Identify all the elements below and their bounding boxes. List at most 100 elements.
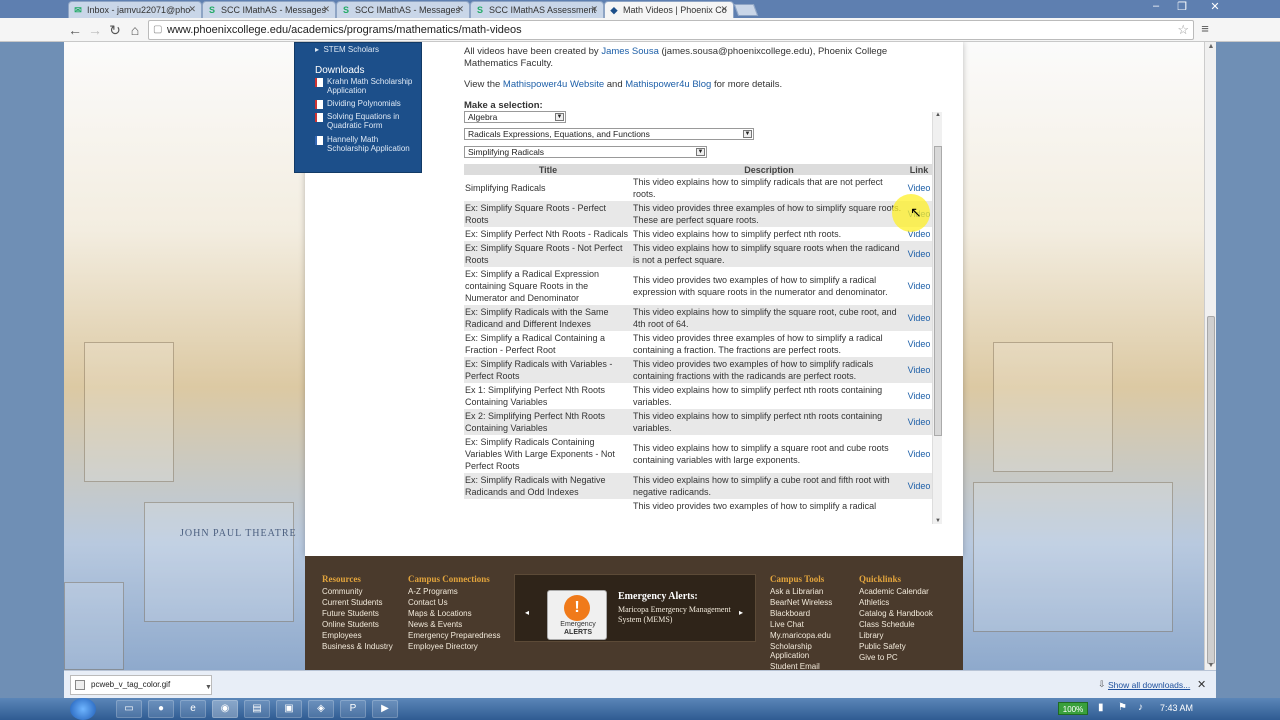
download-hannelly-application[interactable]: Hannelly Math Scholarship Application: [315, 135, 421, 153]
footer-link[interactable]: Community: [322, 587, 362, 596]
start-button[interactable]: [70, 698, 96, 720]
footer-link[interactable]: Emergency Preparedness: [408, 631, 501, 640]
footer-link[interactable]: My.maricopa.edu: [770, 631, 831, 640]
footer-link[interactable]: Library: [859, 631, 883, 640]
close-icon[interactable]: ✕: [720, 4, 728, 15]
close-icon[interactable]: ✕: [188, 4, 196, 15]
footer-link[interactable]: Current Students: [322, 598, 382, 607]
close-icon[interactable]: ✕: [456, 4, 464, 15]
sidebar-item-stem-scholars[interactable]: ▸ STEM Scholars: [315, 45, 379, 54]
chevron-down-icon[interactable]: ▼: [205, 679, 212, 697]
scroll-thumb[interactable]: [934, 146, 942, 436]
footer-link[interactable]: Student Email: [770, 662, 820, 670]
back-icon[interactable]: ←: [66, 21, 84, 39]
footer-link[interactable]: A-Z Programs: [408, 587, 458, 596]
app-icon[interactable]: ▶: [372, 700, 398, 718]
video-link[interactable]: [906, 499, 932, 513]
author-link[interactable]: James Sousa: [601, 46, 659, 57]
tab-inbox[interactable]: ✉ Inbox - jamvu22071@pho ✕: [68, 1, 202, 18]
scroll-down-icon[interactable]: ▼: [1206, 662, 1216, 669]
footer-link[interactable]: Blackboard: [770, 609, 810, 618]
battery-indicator[interactable]: 100%: [1058, 702, 1088, 715]
volume-icon[interactable]: ♪: [1138, 702, 1143, 713]
close-window-icon[interactable]: ✕: [1200, 0, 1230, 13]
video-link[interactable]: Video: [906, 267, 932, 305]
scroll-up-icon[interactable]: ▲: [933, 112, 943, 118]
footer-link[interactable]: Ask a Librarian: [770, 587, 823, 596]
explorer-icon[interactable]: ▭: [116, 700, 142, 718]
video-link[interactable]: Video: [906, 473, 932, 499]
menu-icon[interactable]: ≡: [1197, 21, 1213, 39]
close-icon[interactable]: ✕: [322, 4, 330, 15]
footer-link[interactable]: Class Schedule: [859, 620, 915, 629]
footer-link[interactable]: Athletics: [859, 598, 889, 607]
firefox-icon[interactable]: ●: [148, 700, 174, 718]
new-tab-button[interactable]: [733, 4, 759, 16]
tab-imathas-messages-1[interactable]: S SCC IMathAS - Messages ✕: [202, 1, 336, 18]
video-link[interactable]: Video: [906, 241, 932, 267]
download-item[interactable]: pcweb_v_tag_color.gif ▼: [70, 675, 212, 695]
s-icon: S: [208, 5, 215, 15]
footer-link[interactable]: News & Events: [408, 620, 462, 629]
footer-link[interactable]: Employees: [322, 631, 362, 640]
chevron-left-icon[interactable]: ◂: [525, 608, 529, 617]
website-link[interactable]: Mathispower4u Website: [503, 79, 604, 90]
footer-link[interactable]: Academic Calendar: [859, 587, 929, 596]
footer-link[interactable]: Catalog & Handbook: [859, 609, 933, 618]
app-icon[interactable]: ▤: [244, 700, 270, 718]
address-bar[interactable]: ▢ www.phoenixcollege.edu/academics/progr…: [148, 20, 1194, 40]
footer-link[interactable]: Public Safety: [859, 642, 906, 651]
footer-link[interactable]: Employee Directory: [408, 642, 478, 651]
minimize-icon[interactable]: –: [1144, 0, 1168, 12]
powerpoint-icon[interactable]: P: [340, 700, 366, 718]
reload-icon[interactable]: ↻: [106, 21, 124, 39]
close-icon[interactable]: ✕: [590, 4, 598, 15]
home-icon[interactable]: ⌂: [126, 21, 144, 39]
tab-math-videos[interactable]: ◆ Math Videos | Phoenix Co ✕: [604, 1, 734, 18]
app-icon[interactable]: ▣: [276, 700, 302, 718]
forward-icon[interactable]: →: [86, 21, 104, 39]
intro-line-1: All videos have been created by James So…: [464, 46, 888, 69]
video-link[interactable]: Video: [906, 435, 932, 473]
footer-link[interactable]: BearNet Wireless: [770, 598, 832, 607]
download-quadratic-form[interactable]: Solving Equations in Quadratic Form: [315, 112, 421, 130]
app-icon[interactable]: ◈: [308, 700, 334, 718]
page-scrollbar[interactable]: ▲ ▼: [1204, 42, 1216, 670]
topic-select[interactable]: Radicals Expressions, Equations, and Fun…: [464, 128, 754, 140]
video-link[interactable]: Video: [906, 331, 932, 357]
maximize-icon[interactable]: ❐: [1170, 0, 1194, 13]
footer-link[interactable]: Scholarship Application: [770, 642, 830, 660]
subtopic-select[interactable]: Simplifying Radicals ▼: [464, 146, 707, 158]
blog-link[interactable]: Mathispower4u Blog: [625, 79, 711, 90]
footer-link[interactable]: Live Chat: [770, 620, 804, 629]
emergency-alerts-badge[interactable]: ! Emergency ALERTS: [547, 590, 607, 640]
scroll-thumb[interactable]: [1207, 316, 1215, 664]
chrome-icon[interactable]: ◉: [212, 700, 238, 718]
video-link[interactable]: Video: [906, 383, 932, 409]
footer-link[interactable]: Future Students: [322, 609, 379, 618]
footer-link[interactable]: Maps & Locations: [408, 609, 472, 618]
flag-icon[interactable]: ⚑: [1118, 702, 1127, 713]
video-link[interactable]: Video: [906, 357, 932, 383]
scroll-down-icon[interactable]: ▼: [933, 518, 943, 524]
network-icon[interactable]: ▮: [1098, 702, 1104, 713]
subject-select[interactable]: Algebra ▼: [464, 111, 566, 123]
header-title: Title: [464, 164, 632, 175]
ie-icon[interactable]: e: [180, 700, 206, 718]
close-icon[interactable]: ✕: [1197, 678, 1206, 691]
footer-link[interactable]: Business & Industry: [322, 642, 393, 651]
bookmark-star-icon[interactable]: ☆: [1177, 21, 1189, 39]
video-link[interactable]: Video: [906, 409, 932, 435]
download-krahn-application[interactable]: Krahn Math Scholarship Application: [315, 77, 421, 95]
footer-link[interactable]: Contact Us: [408, 598, 448, 607]
footer-link[interactable]: Give to PC: [859, 653, 898, 662]
video-link[interactable]: Video: [906, 305, 932, 331]
scroll-up-icon[interactable]: ▲: [1206, 43, 1216, 50]
tab-imathas-assessment[interactable]: S SCC IMathAS Assessment ✕: [470, 1, 604, 18]
download-dividing-polynomials[interactable]: Dividing Polynomials: [315, 99, 421, 109]
table-scrollbar[interactable]: ▲ ▼: [932, 112, 942, 524]
tab-imathas-messages-2[interactable]: S SCC IMathAS - Messages ✕: [336, 1, 470, 18]
chevron-right-icon[interactable]: ▸: [739, 608, 743, 617]
show-all-downloads-link[interactable]: Show all downloads...: [1108, 680, 1190, 690]
footer-link[interactable]: Online Students: [322, 620, 379, 629]
